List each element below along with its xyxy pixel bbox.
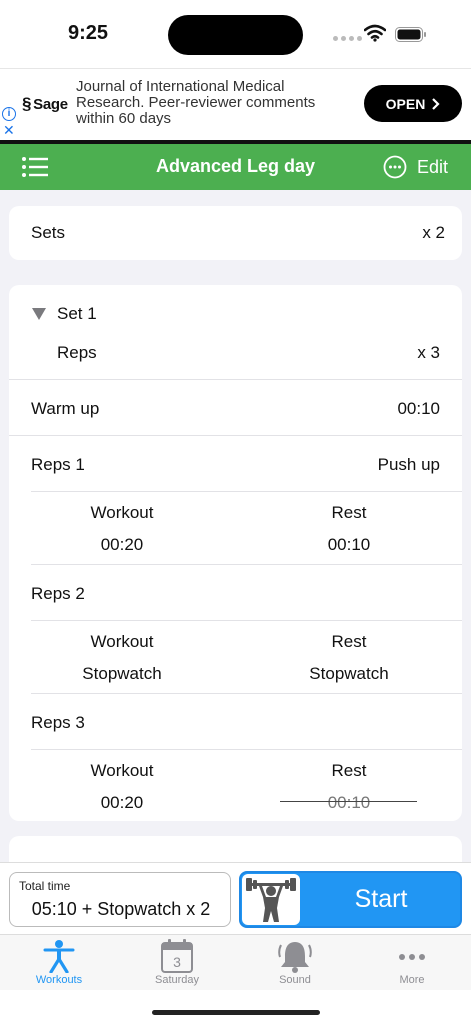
tab-more[interactable]: More	[353, 935, 471, 991]
reps-3-label: Reps 3	[31, 713, 85, 732]
reps-2-label: Reps 2	[31, 584, 85, 603]
battery-icon	[395, 27, 426, 42]
reps-1-workout-header: Workout	[90, 503, 154, 522]
tab-sound-label: Sound	[279, 974, 311, 986]
collapse-triangle-icon[interactable]	[31, 307, 47, 321]
person-figure-icon	[43, 940, 75, 973]
set-title[interactable]: Set 1	[57, 304, 97, 324]
nav-bar: Advanced Leg day Edit	[0, 144, 471, 190]
sage-logo-icon: §	[22, 94, 32, 113]
ad-close-icon[interactable]: ✕	[3, 123, 15, 137]
lifter-box	[242, 874, 300, 925]
chevron-right-icon	[432, 97, 440, 110]
divider	[31, 564, 462, 565]
edit-label: Edit	[417, 156, 449, 177]
reps-3-workout-time[interactable]: 00:20	[22, 793, 222, 813]
total-time-value: 05:10 + Stopwatch x 2	[31, 899, 211, 919]
ad-open-button[interactable]: OPEN	[364, 85, 462, 122]
ad-open-label: OPEN	[385, 95, 426, 112]
reps-3-workout-header: Workout	[90, 761, 154, 780]
reps-1-workout-time[interactable]: 00:20	[22, 535, 222, 555]
set-card: Set 1 Reps x 3 Warm up 00:10 Reps 1 Push…	[9, 285, 462, 821]
weightlifter-icon	[246, 878, 296, 922]
tab-bar: Workouts 3 Saturday Sound More	[0, 934, 471, 990]
reps-3-rest-header: Rest	[331, 761, 367, 780]
home-indicator[interactable]	[152, 1010, 320, 1015]
reps-3-rest-time[interactable]: 00:10	[249, 793, 449, 813]
workout-content[interactable]: Sets x 2 Set 1 Reps x 3 Warm up 00:10 Re…	[0, 190, 471, 862]
ellipsis-circle-icon	[383, 155, 407, 179]
svg-text:3: 3	[173, 954, 181, 970]
ad-banner[interactable]: i ✕ § Sage Journal of International Medic…	[0, 68, 471, 140]
divider	[31, 491, 462, 492]
home-indicator-area	[0, 990, 471, 1024]
next-set-card	[9, 836, 462, 862]
total-time-box: Total time 05:10 + Stopwatch x 2	[9, 872, 231, 927]
reps-1-exercise[interactable]: Push up	[378, 455, 440, 475]
total-time-label: Total time	[19, 879, 71, 893]
divider	[31, 620, 462, 621]
more-dots-icon	[399, 954, 425, 960]
tab-workouts[interactable]: Workouts	[0, 935, 118, 991]
tab-saturday-label: Saturday	[154, 974, 200, 986]
cellular-signal-icon	[333, 36, 362, 41]
tab-saturday[interactable]: 3 Saturday	[118, 935, 236, 991]
start-label: Start	[354, 885, 408, 913]
reps-count[interactable]: x 3	[417, 343, 440, 363]
tab-sound[interactable]: Sound	[236, 935, 354, 991]
reps-2-workout-header: Workout	[90, 632, 154, 651]
divider	[9, 435, 462, 436]
reps-2-rest-header: Rest	[331, 632, 367, 651]
reps-1-rest-time[interactable]: 00:10	[249, 535, 449, 555]
sets-row[interactable]: Sets x 2	[9, 206, 462, 260]
ad-brand: Sage	[33, 96, 68, 113]
divider	[31, 749, 462, 750]
bottom-panel: Total time 05:10 + Stopwatch x 2 Start	[0, 862, 471, 934]
dynamic-island	[168, 15, 303, 55]
warmup-value[interactable]: 00:10	[397, 399, 440, 419]
reps-label: Reps	[57, 343, 97, 362]
status-bar: 9:25	[0, 0, 471, 68]
wifi-icon	[364, 24, 386, 42]
ad-text: Journal of International Medical Researc…	[76, 78, 316, 127]
sets-value: x 2	[422, 223, 445, 242]
tab-workouts-label: Workouts	[35, 974, 83, 986]
start-button[interactable]: Start	[239, 871, 462, 928]
calendar-icon: 3	[161, 939, 193, 973]
rest-strikethrough	[280, 801, 417, 802]
ad-logo: § Sage	[22, 94, 68, 114]
divider	[31, 693, 462, 694]
ad-info-icon[interactable]: i	[2, 107, 16, 121]
reps-2-workout-time[interactable]: Stopwatch	[22, 664, 222, 684]
warmup-label: Warm up	[31, 399, 100, 418]
edit-button[interactable]: Edit	[383, 155, 448, 179]
sets-label: Sets	[31, 223, 66, 242]
bell-icon	[278, 942, 312, 973]
reps-1-rest-header: Rest	[331, 503, 367, 522]
divider	[9, 379, 462, 380]
reps-2-rest-time[interactable]: Stopwatch	[249, 664, 449, 684]
tab-more-label: More	[399, 974, 425, 986]
reps-1-label: Reps 1	[31, 455, 85, 474]
status-time: 9:25	[68, 22, 109, 44]
